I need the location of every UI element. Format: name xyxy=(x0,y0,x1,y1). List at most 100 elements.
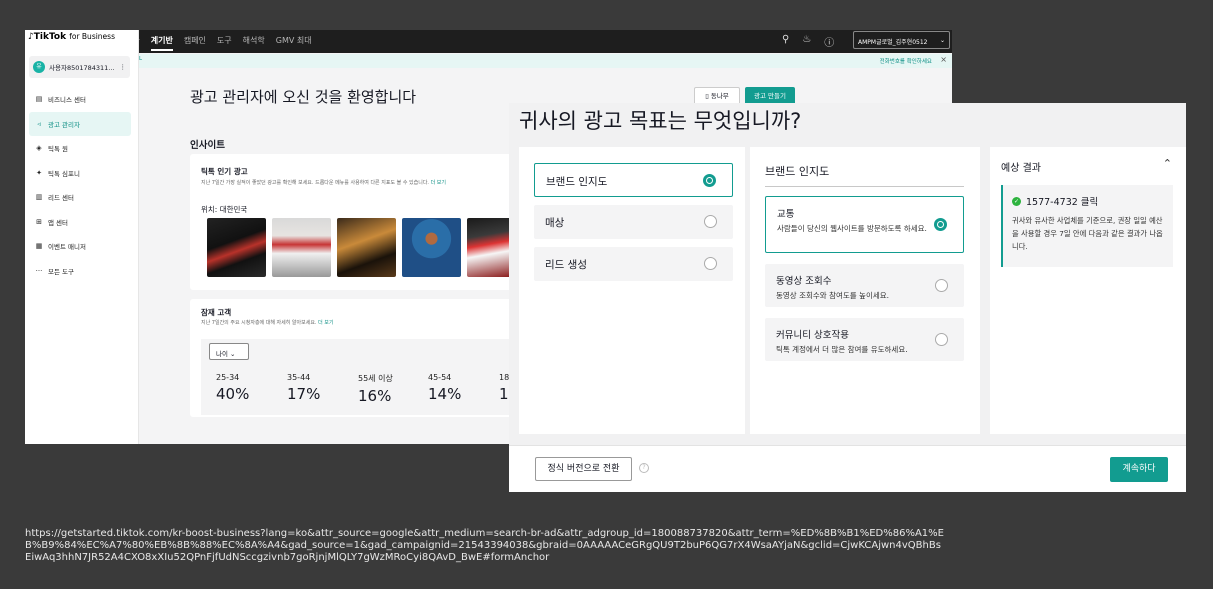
audience-desc: 지난 7일간의 주요 시청자층에 대해 자세히 알아보세요. 더 보기 xyxy=(201,319,334,326)
goal-option-sales[interactable]: 매상 xyxy=(534,205,733,239)
top-nav-bar: 리자 리자 계기반 캠페인 도구 해석학 GMV 최대 ⚲ ♨ ⓘ AMPM글로… xyxy=(25,30,952,53)
goal-label: 매상 xyxy=(545,217,565,229)
result-card: ✓ 1577-4732 클릭 귀사와 유사한 사업체를 기준으로, 권장 일일 … xyxy=(1001,185,1173,267)
sub-option-community[interactable]: 커뮤니티 상호작용 틱톡 계정에서 더 많은 참여를 유도하세요. xyxy=(765,318,964,361)
sidebar-item-app-center[interactable]: ⊞ 앱 센터 xyxy=(29,210,131,235)
bell-icon[interactable]: ♨ xyxy=(802,34,811,49)
popular-ads-desc: 지난 7일간 가장 실적이 좋았던 광고를 확인해 보세요. 드롭다운 메뉴를 … xyxy=(201,179,531,186)
account-label: AMPM글로벌_김주현0512 xyxy=(858,39,928,46)
ad-goal-screenshot: 귀사의 광고 목표는 무엇입니까? 브랜드 인지도 매상 리드 생성 브랜드 인… xyxy=(509,103,1186,492)
more-link[interactable]: 더 보기 xyxy=(431,180,446,186)
age-label: 35-44 xyxy=(287,373,311,382)
sub-option-desc: 사람들이 당신의 웹사이트를 방문하도록 하세요. xyxy=(777,224,927,233)
sidebar-item-all-tools[interactable]: ··· 모든 도구 xyxy=(29,259,131,284)
sidebar-item-label: 비즈니스 센터 xyxy=(48,96,86,105)
logo-sub: for Business xyxy=(69,32,115,41)
sidebar-item-label: 틱톡 원 xyxy=(48,145,69,154)
ad-thumbnail[interactable] xyxy=(207,218,266,277)
notice-left-text: L xyxy=(139,56,143,62)
sub-option-traffic[interactable]: 교통 사람들이 당신의 웹사이트를 방문하도록 하세요. xyxy=(765,196,964,253)
info-icon[interactable]: ? xyxy=(639,463,649,473)
result-clicks-value: 1577-4732 클릭 xyxy=(1026,197,1099,208)
audience-card: 잠재 고객 지난 7일간의 주요 시청자층에 대해 자세히 알아보세요. 더 보… xyxy=(190,299,537,417)
more-icon[interactable]: ⋮ xyxy=(120,63,127,71)
sub-option-title: 커뮤니티 상호작용 xyxy=(776,330,849,341)
sidebar: ♪TikTok for Business 유 사용자8501784311... … xyxy=(25,30,139,444)
sidebar-item-event-manager[interactable]: ▦ 이벤트 매니저 xyxy=(29,234,131,259)
radio-icon[interactable] xyxy=(704,257,717,270)
radio-selected-icon[interactable] xyxy=(934,217,947,231)
age-dropdown-label: 나이 xyxy=(216,350,228,358)
form-footer: 정식 버전으로 전환 ? 계속하다 xyxy=(509,445,1186,492)
tiktok-one-icon: ◈ xyxy=(36,144,42,153)
more-link[interactable]: 더 보기 xyxy=(318,320,333,326)
grid-icon: ⊞ xyxy=(36,217,42,226)
sub-option-video-views[interactable]: 동영상 조회수 동영상 조회수와 참여도를 높이세요. xyxy=(765,264,964,307)
expected-result-panel: 예상 결과 ⌃ ✓ 1577-4732 클릭 귀사와 유사한 사업체를 기준으로… xyxy=(990,147,1186,434)
nav-dashboard[interactable]: 계기반 xyxy=(150,35,173,51)
user-switcher[interactable]: 유 사용자8501784311... ⋮ xyxy=(29,56,130,78)
nav-tools[interactable]: 도구 xyxy=(217,35,232,51)
goal-label: 브랜드 인지도 xyxy=(546,176,608,188)
ad-thumbnail[interactable] xyxy=(402,218,461,277)
age-label: 18 xyxy=(499,373,510,382)
radio-icon[interactable] xyxy=(935,332,948,346)
radio-icon[interactable] xyxy=(704,215,717,228)
nav-analytics[interactable]: 해석학 xyxy=(243,35,265,51)
age-percent: 17% xyxy=(287,385,321,403)
age-bucket: 25-34 40% xyxy=(216,373,249,403)
age-dropdown[interactable]: 나이 ⌄ xyxy=(209,343,249,360)
ad-thumbnail[interactable] xyxy=(272,218,331,277)
sidebar-item-label: 틱톡 심포니 xyxy=(48,169,80,178)
age-label: 25-34 xyxy=(216,373,240,382)
lead-icon: ▥ xyxy=(35,193,43,202)
nav-campaign[interactable]: 캠페인 xyxy=(184,35,206,51)
account-selector[interactable]: AMPM글로벌_김주현0512 ⌄ xyxy=(853,31,950,49)
user-name: 사용자8501784311... xyxy=(49,64,115,72)
continue-button[interactable]: 계속하다 xyxy=(1110,457,1168,482)
ad-thumbnail[interactable] xyxy=(467,218,512,277)
sub-option-title: 동영상 조회수 xyxy=(776,276,832,287)
ad-thumbnail[interactable] xyxy=(337,218,396,277)
age-percent: 1 xyxy=(499,385,509,403)
chevron-up-icon[interactable]: ⌃ xyxy=(1163,157,1172,170)
ad-thumbnails xyxy=(207,218,527,278)
nav-gmv-max[interactable]: GMV 최대 xyxy=(276,35,312,51)
popular-ads-desc-text: 지난 7일간 가장 실적이 좋았던 광고를 확인해 보세요. 드롭다운 메뉴를 … xyxy=(201,180,430,186)
goal-options-panel: 브랜드 인지도 매상 리드 생성 xyxy=(519,147,745,434)
page-url: https://getstarted.tiktok.com/kr-boost-b… xyxy=(25,528,944,563)
radio-icon[interactable] xyxy=(935,278,948,292)
sidebar-item-business-center[interactable]: ▤ 비즈니스 센터 xyxy=(29,87,131,112)
logo-brand: TikTok xyxy=(33,32,67,42)
goal-option-brand-awareness[interactable]: 브랜드 인지도 xyxy=(534,163,733,197)
close-icon[interactable]: × xyxy=(940,55,947,64)
top-nav: 리자 계기반 캠페인 도구 해석학 GMV 최대 xyxy=(125,35,312,51)
age-bucket: 45-54 14% xyxy=(428,373,461,403)
sparkle-icon: ✦ xyxy=(36,168,42,177)
sidebar-item-tiktok-one[interactable]: ◈ 틱톡 원 xyxy=(29,136,131,161)
radio-selected-icon[interactable] xyxy=(703,174,716,187)
sidebar-item-lead-center[interactable]: ▥ 리드 센터 xyxy=(29,185,131,210)
check-icon: ✓ xyxy=(1012,196,1021,206)
topbar-icons: ⚲ ♨ ⓘ xyxy=(782,34,834,49)
goal-option-lead-generation[interactable]: 리드 생성 xyxy=(534,247,733,281)
avatar: 유 xyxy=(33,61,45,73)
switch-full-version-button[interactable]: 정식 버전으로 전환 xyxy=(535,457,632,481)
sidebar-item-ads-manager[interactable]: ◃ 광고 관리자 xyxy=(29,111,131,136)
age-label: 55세 이상 xyxy=(358,374,393,383)
age-percent: 16% xyxy=(358,387,392,405)
sidebar-item-symphony[interactable]: ✦ 틱톡 심포니 xyxy=(29,161,131,186)
age-percent: 14% xyxy=(428,385,462,403)
chevron-down-icon: ⌄ xyxy=(230,350,236,358)
search-icon[interactable]: ⚲ xyxy=(782,34,789,49)
result-clicks: ✓ 1577-4732 클릭 xyxy=(1012,194,1164,208)
sidebar-item-label: 리드 센터 xyxy=(48,194,74,203)
audience-desc-text: 지난 7일간의 주요 시청자층에 대해 자세히 알아보세요. xyxy=(201,320,317,326)
notice-phone-link[interactable]: 전화번호를 확인하세요 xyxy=(880,57,932,65)
sub-option-title: 교통 xyxy=(777,209,795,220)
notice-banner: L 전화번호를 확인하세요 × xyxy=(139,54,952,68)
sub-option-desc: 동영상 조회수와 참여도를 높이세요. xyxy=(776,291,890,300)
age-bucket: 18 1 xyxy=(499,373,509,403)
popular-ads-title: 틱톡 인기 광고 xyxy=(201,167,248,176)
help-icon[interactable]: ⓘ xyxy=(824,34,834,49)
